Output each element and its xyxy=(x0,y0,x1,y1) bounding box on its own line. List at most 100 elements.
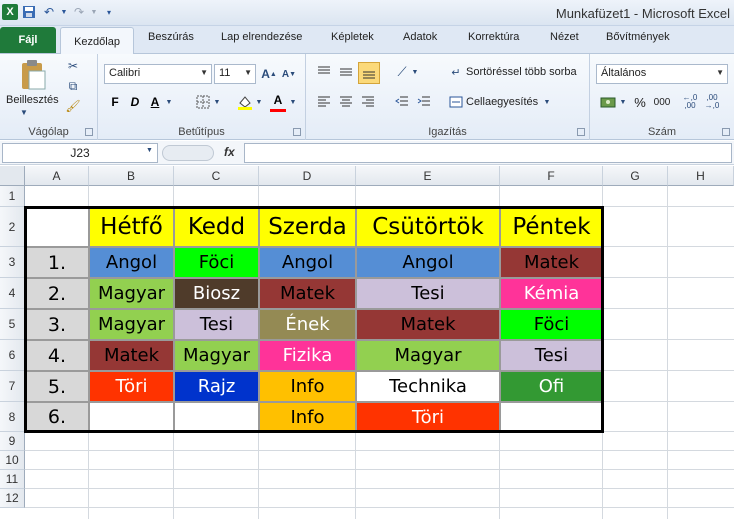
wrap-text-icon[interactable]: ↵ xyxy=(448,64,464,80)
underline-button[interactable]: A xyxy=(146,92,164,112)
subject-cell[interactable] xyxy=(500,402,603,432)
font-color-dropdown-icon[interactable]: ▼ xyxy=(288,92,298,112)
subject-cell[interactable]: Fizika xyxy=(259,340,356,371)
subject-cell[interactable]: Info xyxy=(259,402,356,432)
font-size-combo[interactable]: 11 ▼ xyxy=(214,64,256,84)
subject-cell[interactable]: Biosz xyxy=(174,278,259,309)
row-header-5[interactable]: 5 xyxy=(0,309,25,340)
tab-file[interactable]: Fájl xyxy=(0,27,56,53)
subject-cell[interactable]: Magyar xyxy=(89,278,174,309)
row-header-9[interactable]: 9 xyxy=(0,432,25,451)
copy-icon[interactable]: ⧉ xyxy=(64,78,82,94)
row-header-3[interactable]: 3 xyxy=(0,247,25,278)
tab-insert[interactable]: Beszúrás xyxy=(148,31,194,43)
subject-cell[interactable]: Matek xyxy=(356,309,500,340)
column-header-g[interactable]: G xyxy=(603,166,668,186)
font-color-icon[interactable]: A xyxy=(270,90,286,112)
subject-cell[interactable]: Matek xyxy=(89,340,174,371)
row-header-10[interactable]: 10 xyxy=(0,451,25,470)
shrink-font-icon[interactable]: A ▼ xyxy=(280,64,298,84)
formula-input[interactable] xyxy=(244,143,732,163)
row-header-4[interactable]: 4 xyxy=(0,278,25,309)
subject-cell[interactable]: Magyar xyxy=(89,309,174,340)
paste-icon[interactable] xyxy=(18,58,48,92)
orientation-icon[interactable]: ⟋ xyxy=(392,62,412,82)
font-launcher-icon[interactable] xyxy=(293,128,301,136)
tab-home[interactable]: Kezdőlap xyxy=(60,27,134,55)
tab-view[interactable]: Nézet xyxy=(550,31,579,43)
customize-qat-icon[interactable]: ▾ xyxy=(100,3,118,21)
column-header-d[interactable]: D xyxy=(259,166,356,186)
subject-cell[interactable]: Rajz xyxy=(174,371,259,402)
alignment-launcher-icon[interactable] xyxy=(577,128,585,136)
merge-cells-button[interactable]: Cellaegyesítés xyxy=(466,96,538,108)
tab-page-layout[interactable]: Lap elrendezése xyxy=(221,31,302,43)
subject-cell[interactable]: Matek xyxy=(500,247,603,278)
tab-addins[interactable]: Bővítmények xyxy=(606,31,670,43)
paste-dropdown-icon[interactable]: ▼ xyxy=(20,108,28,117)
subject-cell[interactable]: Ének xyxy=(259,309,356,340)
subject-cell[interactable] xyxy=(174,402,259,432)
subject-cell[interactable]: Föci xyxy=(500,309,603,340)
number-launcher-icon[interactable] xyxy=(722,128,730,136)
percent-style-button[interactable]: % xyxy=(632,92,648,112)
redo-dropdown-icon[interactable]: ▼ xyxy=(90,3,98,21)
period-number-cell[interactable]: 1. xyxy=(25,247,89,278)
fill-color-icon[interactable] xyxy=(236,92,254,112)
tab-formulas[interactable]: Képletek xyxy=(331,31,374,43)
redo-icon[interactable]: ↷ xyxy=(70,3,88,21)
merge-dropdown-icon[interactable]: ▼ xyxy=(542,94,552,110)
timetable-corner-cell[interactable] xyxy=(25,207,89,247)
subject-cell[interactable]: Kémia xyxy=(500,278,603,309)
font-name-combo[interactable]: Calibri ▼ xyxy=(104,64,212,84)
accounting-dropdown-icon[interactable]: ▼ xyxy=(618,92,628,112)
day-header-cell[interactable]: Kedd xyxy=(174,207,259,247)
formula-bar-splitter[interactable] xyxy=(162,145,214,161)
name-box-dropdown-icon[interactable]: ▼ xyxy=(146,147,153,154)
subject-cell[interactable]: Tesi xyxy=(174,309,259,340)
insert-function-button[interactable]: fx xyxy=(224,145,235,159)
align-bottom-icon[interactable] xyxy=(358,62,380,84)
cut-icon[interactable]: ✂ xyxy=(64,58,82,74)
column-header-f[interactable]: F xyxy=(500,166,603,186)
period-number-cell[interactable]: 4. xyxy=(25,340,89,371)
subject-cell[interactable]: Töri xyxy=(356,402,500,432)
undo-dropdown-icon[interactable]: ▼ xyxy=(60,3,68,21)
borders-icon[interactable] xyxy=(194,92,212,112)
undo-icon[interactable]: ↶ xyxy=(40,3,58,21)
row-header-1[interactable]: 1 xyxy=(0,186,25,207)
column-header-a[interactable]: A xyxy=(25,166,89,186)
column-header-e[interactable]: E xyxy=(356,166,500,186)
row-header-11[interactable]: 11 xyxy=(0,470,25,489)
align-top-icon[interactable] xyxy=(314,62,334,82)
row-header-2[interactable]: 2 xyxy=(0,207,25,247)
period-number-cell[interactable]: 3. xyxy=(25,309,89,340)
day-header-cell[interactable]: Szerda xyxy=(259,207,356,247)
subject-cell[interactable]: Magyar xyxy=(174,340,259,371)
day-header-cell[interactable]: Csütörtök xyxy=(356,207,500,247)
subject-cell[interactable] xyxy=(89,402,174,432)
subject-cell[interactable]: Matek xyxy=(259,278,356,309)
day-header-cell[interactable]: Hétfő xyxy=(89,207,174,247)
subject-cell[interactable]: Technika xyxy=(356,371,500,402)
select-all-corner[interactable] xyxy=(0,166,25,186)
row-header-12[interactable]: 12 xyxy=(0,489,25,508)
subject-cell[interactable]: Töri xyxy=(89,371,174,402)
column-header-c[interactable]: C xyxy=(174,166,259,186)
borders-dropdown-icon[interactable]: ▼ xyxy=(212,92,222,112)
row-header-7[interactable]: 7 xyxy=(0,371,25,402)
align-left-icon[interactable] xyxy=(314,92,334,112)
number-format-combo[interactable]: Általános ▼ xyxy=(596,64,728,84)
column-header-h[interactable]: H xyxy=(668,166,734,186)
subject-cell[interactable]: Tesi xyxy=(500,340,603,371)
name-box[interactable]: J23 xyxy=(2,143,158,163)
merge-cells-icon[interactable] xyxy=(448,94,464,110)
decrease-indent-icon[interactable] xyxy=(392,92,412,112)
fill-color-dropdown-icon[interactable]: ▼ xyxy=(254,92,264,112)
subject-cell[interactable]: Tesi xyxy=(356,278,500,309)
day-header-cell[interactable]: Péntek xyxy=(500,207,603,247)
paste-button[interactable]: Beillesztés xyxy=(6,94,59,106)
row-header-8[interactable]: 8 xyxy=(0,402,25,432)
row-header-6[interactable]: 6 xyxy=(0,340,25,371)
align-right-icon[interactable] xyxy=(358,92,378,112)
